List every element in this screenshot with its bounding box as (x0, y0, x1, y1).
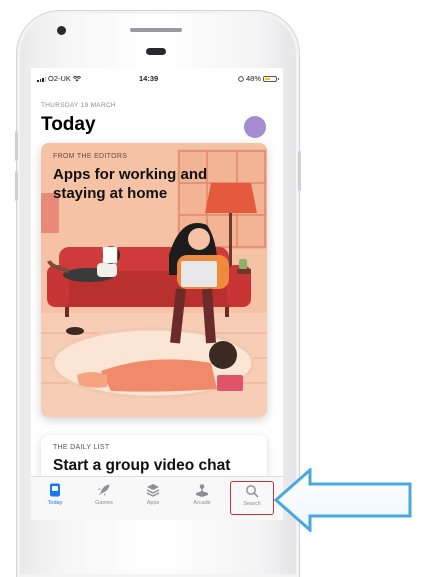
search-icon (246, 485, 259, 498)
front-camera (57, 26, 66, 35)
tab-search[interactable]: Search (230, 481, 274, 515)
side-button (298, 151, 301, 191)
battery-fill (265, 77, 270, 80)
story-overline: FROM THE EDITORS (53, 153, 128, 160)
earpiece (146, 48, 166, 55)
date-label: THURSDAY 19 MARCH (41, 102, 116, 109)
tab-games[interactable]: Games (84, 481, 124, 515)
status-bar: O2-UK 14:39 48% (31, 68, 283, 88)
account-avatar[interactable] (244, 116, 266, 138)
battery-indicator: 48% (238, 74, 279, 83)
battery-icon (263, 75, 279, 82)
tab-label: Search (243, 501, 261, 507)
wifi-icon (72, 75, 81, 81)
side-button (15, 171, 18, 201)
page-title: Today (41, 114, 96, 135)
carrier-indicator: O2-UK (37, 74, 81, 83)
tab-apps[interactable]: Apps (133, 481, 173, 515)
tab-label: Games (95, 500, 113, 506)
rocket-icon (98, 484, 110, 496)
tab-today[interactable]: Today (35, 481, 75, 515)
rotation-lock-icon (238, 75, 244, 82)
signal-icon (37, 76, 46, 82)
tab-arcade[interactable]: Arcade (182, 481, 222, 515)
daily-list-title: Start a group video chat (53, 457, 231, 474)
battery-percent: 48% (245, 74, 261, 83)
tab-bar: Today Games Apps Arcade Search (31, 476, 283, 520)
today-icon (50, 483, 60, 497)
annotation-arrow (273, 468, 412, 532)
tab-label: Apps (146, 500, 160, 506)
tab-label: Today (47, 500, 63, 506)
speaker-grille (130, 28, 182, 32)
clock: 14:39 (139, 74, 159, 83)
story-card[interactable]: FROM THE EDITORS Apps for working and st… (41, 143, 267, 417)
side-button (15, 131, 18, 161)
story-title: Apps for working and staying at home (53, 166, 208, 202)
app-store-screen: O2-UK 14:39 48% THURSDAY 19 MARCH Today (31, 68, 283, 520)
layers-icon (146, 484, 160, 497)
tab-label: Arcade (193, 500, 211, 506)
joystick-icon (196, 484, 208, 497)
carrier-label: O2-UK (48, 74, 71, 83)
daily-list-overline: THE DAILY LIST (53, 444, 110, 451)
